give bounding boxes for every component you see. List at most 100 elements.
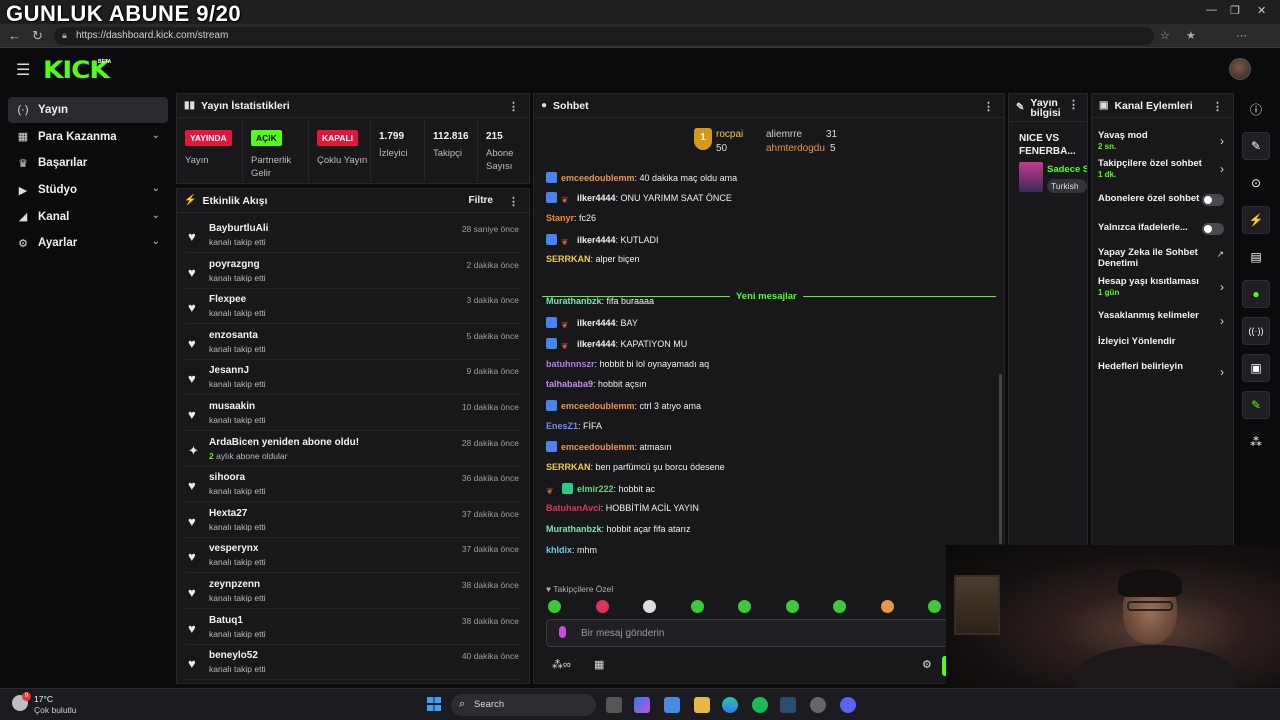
chevron-down-icon[interactable]: ⌄: [152, 210, 160, 221]
back-icon[interactable]: ←: [8, 28, 21, 43]
explorer-icon[interactable]: [694, 697, 710, 713]
activity-item[interactable]: ♥ Hexta27 kanalı takip etti 37 dakika önce: [185, 504, 521, 538]
chat-settings-icon[interactable]: ⚙: [922, 658, 932, 671]
chat-message[interactable]: ❦ elmir222: hobbit ac: [546, 483, 655, 497]
emote-icon[interactable]: [880, 600, 894, 613]
chat-message[interactable]: ❦ ilker4444: KAPATIYON MU: [546, 338, 687, 352]
favorite-icon[interactable]: ☆: [1160, 29, 1170, 42]
activity-item[interactable]: ♥ vesperynx kanalı takip etti 37 dakika önc…: [185, 539, 521, 574]
chevron-right-icon[interactable]: ›: [1220, 314, 1224, 328]
channel-action-item[interactable]: Takipçilere özel sohbet 1 dk. ›: [1098, 158, 1230, 179]
sidebar-item-5[interactable]: ⚙ Ayarlar ⌄: [8, 230, 168, 256]
category-name[interactable]: Sadece Sohbet: [1047, 164, 1087, 175]
chat-icon[interactable]: ●: [1242, 280, 1270, 308]
channel-action-item[interactable]: Abonelere özel sohbet: [1098, 193, 1230, 206]
chat-message[interactable]: ❦ ilker4444: KUTLADI: [546, 234, 659, 248]
info-icon[interactable]: ⓘ: [1242, 95, 1270, 123]
chat-username[interactable]: Murathanbzk: [546, 296, 602, 306]
chat-username[interactable]: ilker4444: [577, 339, 616, 349]
new-messages-label[interactable]: Yeni mesajlar: [730, 291, 803, 302]
copilot-icon[interactable]: [634, 697, 650, 713]
menu-icon[interactable]: ☰: [16, 60, 30, 80]
emote-icon[interactable]: [738, 600, 751, 613]
status-badge[interactable]: YAYINDA: [185, 130, 232, 146]
chat-message[interactable]: Murathanbzk: fifa buraaaa: [546, 296, 654, 306]
reload-icon[interactable]: ↻: [32, 28, 43, 44]
channel-action-item[interactable]: Hesap yaşı kısıtlaması 1 gün ›: [1098, 276, 1230, 297]
activity-item[interactable]: ♥ BayburtluAli kanalı takip etti 28 saniye …: [185, 219, 521, 253]
emote-icon[interactable]: ⁂: [1242, 428, 1270, 456]
chevron-right-icon[interactable]: ›: [1220, 134, 1224, 148]
broadcast-icon[interactable]: ((·)): [1242, 317, 1270, 345]
spotify-icon[interactable]: [752, 697, 768, 713]
activity-item[interactable]: ♥ musaakin kanalı takip etti 10 dakika önce: [185, 397, 521, 431]
toggle-switch[interactable]: [1202, 194, 1224, 206]
chat-username[interactable]: elmir222: [577, 484, 614, 494]
leader-name[interactable]: rocpai: [716, 129, 743, 140]
chevron-right-icon[interactable]: ›: [1220, 365, 1224, 379]
more-options-icon[interactable]: ⋮: [983, 100, 994, 113]
chat-username[interactable]: khldix: [546, 545, 572, 555]
channel-action-item[interactable]: Hedefleri belirleyin ›: [1098, 361, 1230, 379]
sidebar-item-0[interactable]: (·) Yayın: [8, 97, 168, 123]
leader-name[interactable]: aliemrre: [766, 129, 802, 140]
store-icon[interactable]: [664, 697, 680, 713]
chat-message[interactable]: SERRKAN: alper biçen: [546, 254, 640, 264]
url-field[interactable]: 🔒︎ https://dashboard.kick.com/stream: [54, 27, 1154, 45]
chat-message[interactable]: EnesZ1: FİFA: [546, 421, 602, 431]
chat-username[interactable]: talhababa9: [546, 379, 593, 389]
filter-button[interactable]: Filtre: [469, 195, 493, 206]
chat-message[interactable]: emceedoublemm: atmasın: [546, 441, 672, 452]
chat-message[interactable]: emceedoublemm: 40 dakika maç oldu ama: [546, 172, 737, 183]
notes-icon[interactable]: ▤: [1242, 243, 1270, 271]
channel-action-item[interactable]: Yapay Zeka ile Sohbet Denetimi ↗: [1098, 247, 1230, 269]
start-button[interactable]: [427, 697, 441, 711]
emote-icon[interactable]: [833, 600, 846, 613]
gift-icon[interactable]: ▦: [594, 658, 604, 671]
sidebar-item-4[interactable]: ◢ Kanal ⌄: [8, 204, 168, 230]
chat-username[interactable]: emceedoublemm: [561, 442, 635, 452]
edit-icon[interactable]: ✎: [1242, 132, 1270, 160]
wrench-icon[interactable]: ✎: [1242, 391, 1270, 419]
emote-icon[interactable]: [690, 600, 704, 613]
channel-action-item[interactable]: Yavaş mod 2 sn. ›: [1098, 130, 1230, 151]
close-icon[interactable]: ✕: [1257, 4, 1266, 17]
sidebar-item-1[interactable]: ▦ Para Kazanma ⌄: [8, 124, 168, 150]
chat-scrollbar[interactable]: [999, 374, 1002, 544]
chevron-down-icon[interactable]: ⌄: [152, 130, 160, 141]
emote-icon[interactable]: [595, 600, 609, 613]
activity-item[interactable]: ✦ ArdaBicen yeniden abone oldu! 2 aylık ab…: [185, 433, 521, 467]
task-view-icon[interactable]: [606, 697, 622, 713]
chevron-right-icon[interactable]: ›: [1220, 280, 1224, 294]
chat-username[interactable]: EnesZ1: [546, 421, 578, 431]
more-options-icon[interactable]: ⋮: [1068, 100, 1079, 111]
channel-action-item[interactable]: İzleyici Yönlendir: [1098, 336, 1230, 347]
chat-username[interactable]: ilker4444: [577, 318, 616, 328]
avatar[interactable]: [1229, 58, 1251, 80]
edge-icon[interactable]: [722, 697, 738, 713]
chat-username[interactable]: BatuhanAvci: [546, 503, 601, 513]
chat-username[interactable]: emceedoublemm: [561, 401, 635, 411]
status-badge[interactable]: KAPALI: [317, 130, 359, 146]
chat-message[interactable]: ❦ ilker4444: BAY: [546, 317, 638, 331]
chat-message[interactable]: talhababa9: hobbit açsın: [546, 379, 647, 389]
discord-icon[interactable]: [840, 697, 856, 713]
chat-message[interactable]: ❦ ilker4444: ONU YARIMM SAAT ÖNCE: [546, 192, 732, 206]
emote-icon[interactable]: [643, 600, 656, 613]
toggle-switch[interactable]: [1202, 223, 1224, 235]
chat-username[interactable]: SERRKAN: [546, 462, 591, 472]
status-badge[interactable]: AÇIK: [251, 130, 282, 146]
chat-message[interactable]: Murathanbzk: hobbit açar fifa atarız: [546, 524, 691, 534]
emote-icon[interactable]: [928, 600, 941, 613]
sidebar-item-2[interactable]: ♛ Başarılar: [8, 150, 168, 176]
chat-username[interactable]: Stanyr: [546, 213, 574, 223]
activity-item[interactable]: ♥ Flexpee kanalı takip etti 3 dakika önce: [185, 290, 521, 325]
emote-picker-icon[interactable]: ⁂∞: [552, 658, 571, 671]
chevron-right-icon[interactable]: ›: [1220, 162, 1224, 176]
activity-item[interactable]: ♥ Batuq1 kanalı takip etti 38 dakika önce: [185, 611, 521, 645]
taskbar-search[interactable]: ⌕ Search: [451, 694, 596, 716]
chevron-down-icon[interactable]: ⌄: [152, 236, 160, 247]
external-link-icon[interactable]: ↗: [1216, 249, 1224, 260]
leader-name[interactable]: ahmterdogdu: [766, 143, 825, 154]
microphone-icon[interactable]: [559, 626, 566, 638]
